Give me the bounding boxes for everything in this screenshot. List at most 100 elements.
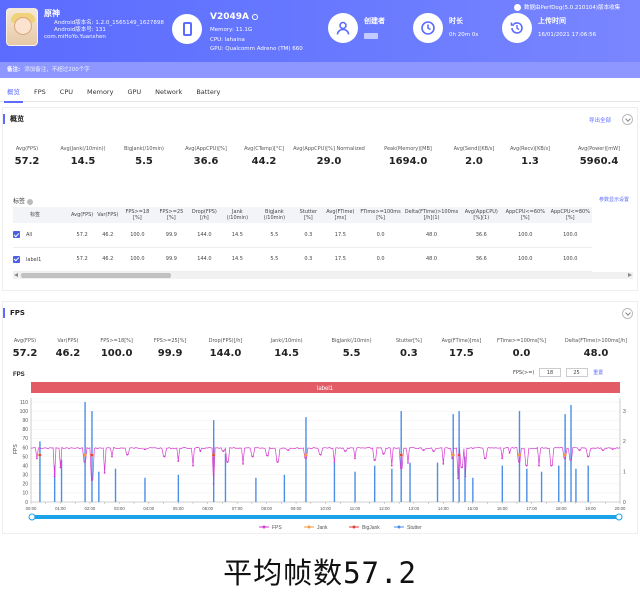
fps-dip-point [192,464,194,467]
help-icon[interactable] [27,198,34,205]
device-cpu: CPU: lahaina [210,36,245,43]
x-tick-label: 15:00 [467,506,478,511]
metric-value: 99.9 [157,348,183,359]
param-settings-link[interactable]: 参数显示设置 [599,196,629,203]
metric-label: Jank(/10min) [270,338,303,344]
scroll-left-icon[interactable] [14,273,18,277]
column-header[interactable]: FTime>=100ms [%] [358,207,403,223]
column-header[interactable]: Avg(FPS) [69,207,96,223]
fps-dip-point [464,475,467,478]
x-tick-label: 01:00 [55,506,66,511]
metric-label: Delta(FTime)>100ms[/h] [564,338,628,344]
perfdog-report: { "header": { "app": { "name": "原神", "an… [0,0,640,604]
column-header[interactable]: BigJank (/10min) [254,207,295,223]
app-meta: Android版本名: 1.2.0_1565149_1627898 Androi… [44,20,164,42]
fps-dip-point [461,466,463,469]
table-cell: 99.9 [154,247,189,272]
y2-axis-ticks: 0 1 2 3 [623,409,626,506]
y-tick-label: 70 [22,436,28,442]
metric-value: 29.0 [316,156,342,167]
upload-value: 16/01/2021 17:06:56 [538,32,597,38]
table-cell: 0.3 [294,247,323,272]
note-bar[interactable]: 备注: 添加备注，不超过200个字 [0,62,640,78]
time-range-slider[interactable] [31,515,620,519]
fps-dip-point [319,453,322,456]
column-header[interactable]: Avg(AppCPU) [%](1) [460,207,503,223]
tags-title-text: 标签 [13,198,26,205]
stutter-bar [501,465,503,502]
column-header[interactable]: Stutter [%] [294,207,323,223]
fps-collapse-button[interactable] [622,308,633,319]
stutter-bar [84,402,86,502]
horizontal-scrollbar[interactable] [13,272,633,279]
legend-marker [352,525,356,529]
metric-value: 5.5 [135,156,153,167]
collapse-button[interactable] [622,114,633,125]
tab-overview[interactable]: 概览 [0,84,27,103]
jank-point [83,453,87,457]
fps-dip-point [432,450,435,452]
overview-metric: BigJank(/10min) 5.5 [115,138,173,167]
column-header[interactable]: Drop(FPS) [/h] [188,207,221,223]
tab-gpu[interactable]: GPU [120,84,148,101]
column-header[interactable]: FPS>=25 [%] [154,207,189,223]
tags-table-header: 标签 Avg(FPS) Var(FPS) FPS>=18 [%] FPS>=25 [%]… [13,207,593,223]
bigjank-point [90,453,94,457]
note-placeholder[interactable]: 添加备注，不超过200个字 [24,67,90,73]
fps-metric: Delta(FTime)>100ms[/h] 48.0 [553,330,639,359]
fps-metric: FTime>=100ms[%] 0.0 [490,330,553,359]
metric-value: 5.5 [342,348,361,359]
column-header[interactable]: 标签 [13,207,69,223]
y2-tick-label: 2 [623,439,626,445]
range-handle-right[interactable] [615,513,623,521]
fps-metric: Avg(FTime)[ms] 17.5 [433,330,490,359]
y-tick-label: 60 [22,445,28,451]
info-icon[interactable] [251,13,258,20]
column-header[interactable]: Var(FPS) [95,207,121,223]
fps-metric: Avg(FPS) 57.2 [3,330,47,359]
export-all-link[interactable]: 导出全部 [589,116,611,124]
column-header[interactable]: AppCPU<=60% [%] [502,207,549,223]
column-header[interactable]: Jank (/10min) [220,207,255,223]
phone-icon [172,14,202,44]
fps-metrics: Avg(FPS) 57.2 Var(FPS) 46.2 FPS>=18[%] 100.0 F… [3,330,639,359]
column-header[interactable]: AppCPU<=80% [%] [548,207,593,223]
fps-dip-point [344,450,347,452]
legend-label: FPS [272,525,282,531]
android-code: Android版本号: 131 [54,27,106,34]
range-handle-left[interactable] [28,513,36,521]
table-row[interactable]: label1 57.2 46.2 100.0 99.9 144.0 14.5 5.5 0.3 17… [13,247,593,272]
metric-label: BigJank(/10min) [331,338,372,344]
overview-metric: Avg(AppCPU)[%] 36.6 [173,138,239,167]
stutter-series [39,402,589,502]
x-tick-label: 11:00 [350,506,361,511]
row-checkbox[interactable] [13,255,20,263]
creator-label: 创建者 [364,17,385,25]
tab-memory[interactable]: Memory [80,84,120,101]
upload-label: 上传时间 [538,17,566,25]
scroll-thumb[interactable] [21,273,171,278]
tab-fps[interactable]: FPS [27,84,53,101]
scroll-right-icon[interactable] [628,273,632,277]
fps-metric: Var(FPS) 46.2 [47,330,89,359]
table-cell: 46.2 [95,247,121,272]
x-tick-label: 14:00 [438,506,449,511]
table-cell: 17.5 [322,223,359,248]
column-header[interactable]: Avg(FTime) [ms] [322,207,359,223]
fps-dip-point [564,457,566,460]
tab-cpu[interactable]: CPU [53,84,80,101]
y-tick-label: 90 [22,418,28,424]
column-header[interactable]: Delta(FTime)>100ms [/h](1) [402,207,461,223]
tab-network[interactable]: Network [148,84,189,101]
column-header[interactable]: FPS>=18 [%] [120,207,155,223]
y-axis-label: FPS [13,444,19,454]
stutter-bar [540,471,543,502]
table-row[interactable]: All 57.2 46.2 100.0 99.9 144.0 14.5 5.5 0.3 17.5 0… [13,223,593,248]
tags-table-body: All 57.2 46.2 100.0 99.9 144.0 14.5 5.5 0.3 17.5 0… [13,223,593,272]
overview-metric: Peak(Memory)[MB] 1694.0 [369,138,447,167]
table-cell: 144.0 [188,223,221,248]
row-checkbox[interactable] [13,231,20,239]
tab-battery[interactable]: Battery [189,84,227,101]
device-name: V2049A [210,12,258,22]
user-icon [328,13,358,43]
